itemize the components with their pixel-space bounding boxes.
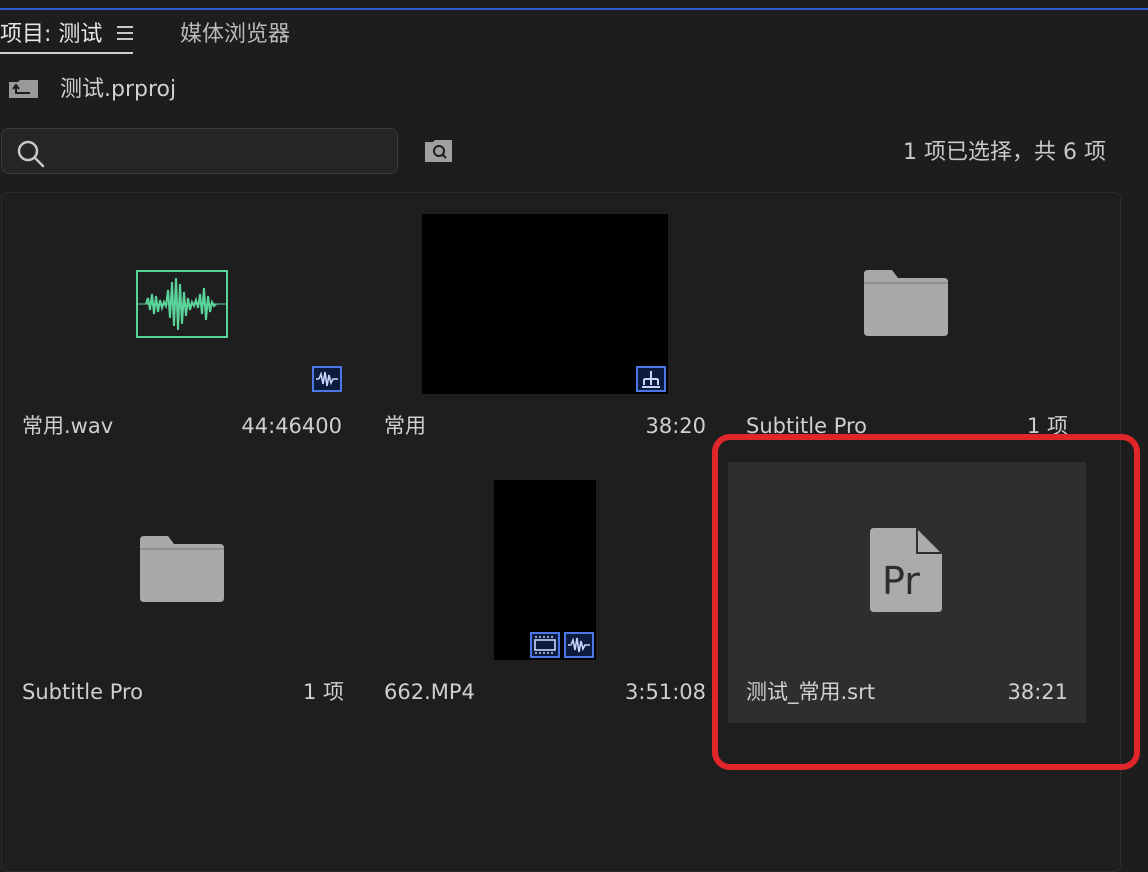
item-name: 常用.wav bbox=[22, 414, 114, 438]
selection-count: 1 项已选择，共 6 项 bbox=[903, 140, 1106, 165]
tab-project[interactable]: 项目: 测试 bbox=[0, 18, 102, 52]
top-focus-line bbox=[0, 8, 1148, 10]
project-file-name: 测试.prproj bbox=[60, 77, 177, 102]
find-bin-icon[interactable] bbox=[424, 138, 454, 164]
item-duration: 3:51:08 bbox=[625, 680, 706, 704]
item-duration: 38:20 bbox=[645, 414, 706, 438]
item-count: 1 项 bbox=[302, 680, 344, 704]
highlight-box bbox=[712, 434, 1140, 770]
item-duration: 44:46400 bbox=[241, 414, 342, 438]
search-input[interactable] bbox=[52, 133, 386, 171]
item-thumbnail[interactable] bbox=[136, 270, 228, 338]
folder-icon[interactable] bbox=[140, 536, 224, 602]
active-tab-underline bbox=[0, 52, 133, 54]
item-name: 662.MP4 bbox=[384, 680, 475, 704]
hamburger-menu-icon[interactable] bbox=[117, 26, 133, 42]
audio-badge-icon bbox=[312, 366, 342, 392]
video-badge-icon bbox=[530, 632, 560, 658]
folder-icon[interactable] bbox=[864, 270, 948, 336]
search-box[interactable] bbox=[1, 128, 398, 174]
item-thumbnail[interactable] bbox=[422, 214, 668, 394]
tab-media-browser[interactable]: 媒体浏览器 bbox=[180, 18, 290, 52]
item-name: 常用 bbox=[384, 414, 426, 438]
sequence-badge-icon bbox=[636, 366, 666, 392]
bin-up-icon[interactable] bbox=[8, 78, 40, 100]
waveform-icon bbox=[138, 277, 226, 331]
item-name: Subtitle Pro bbox=[22, 680, 144, 704]
search-icon bbox=[16, 139, 46, 169]
audio-badge-icon bbox=[564, 632, 594, 658]
